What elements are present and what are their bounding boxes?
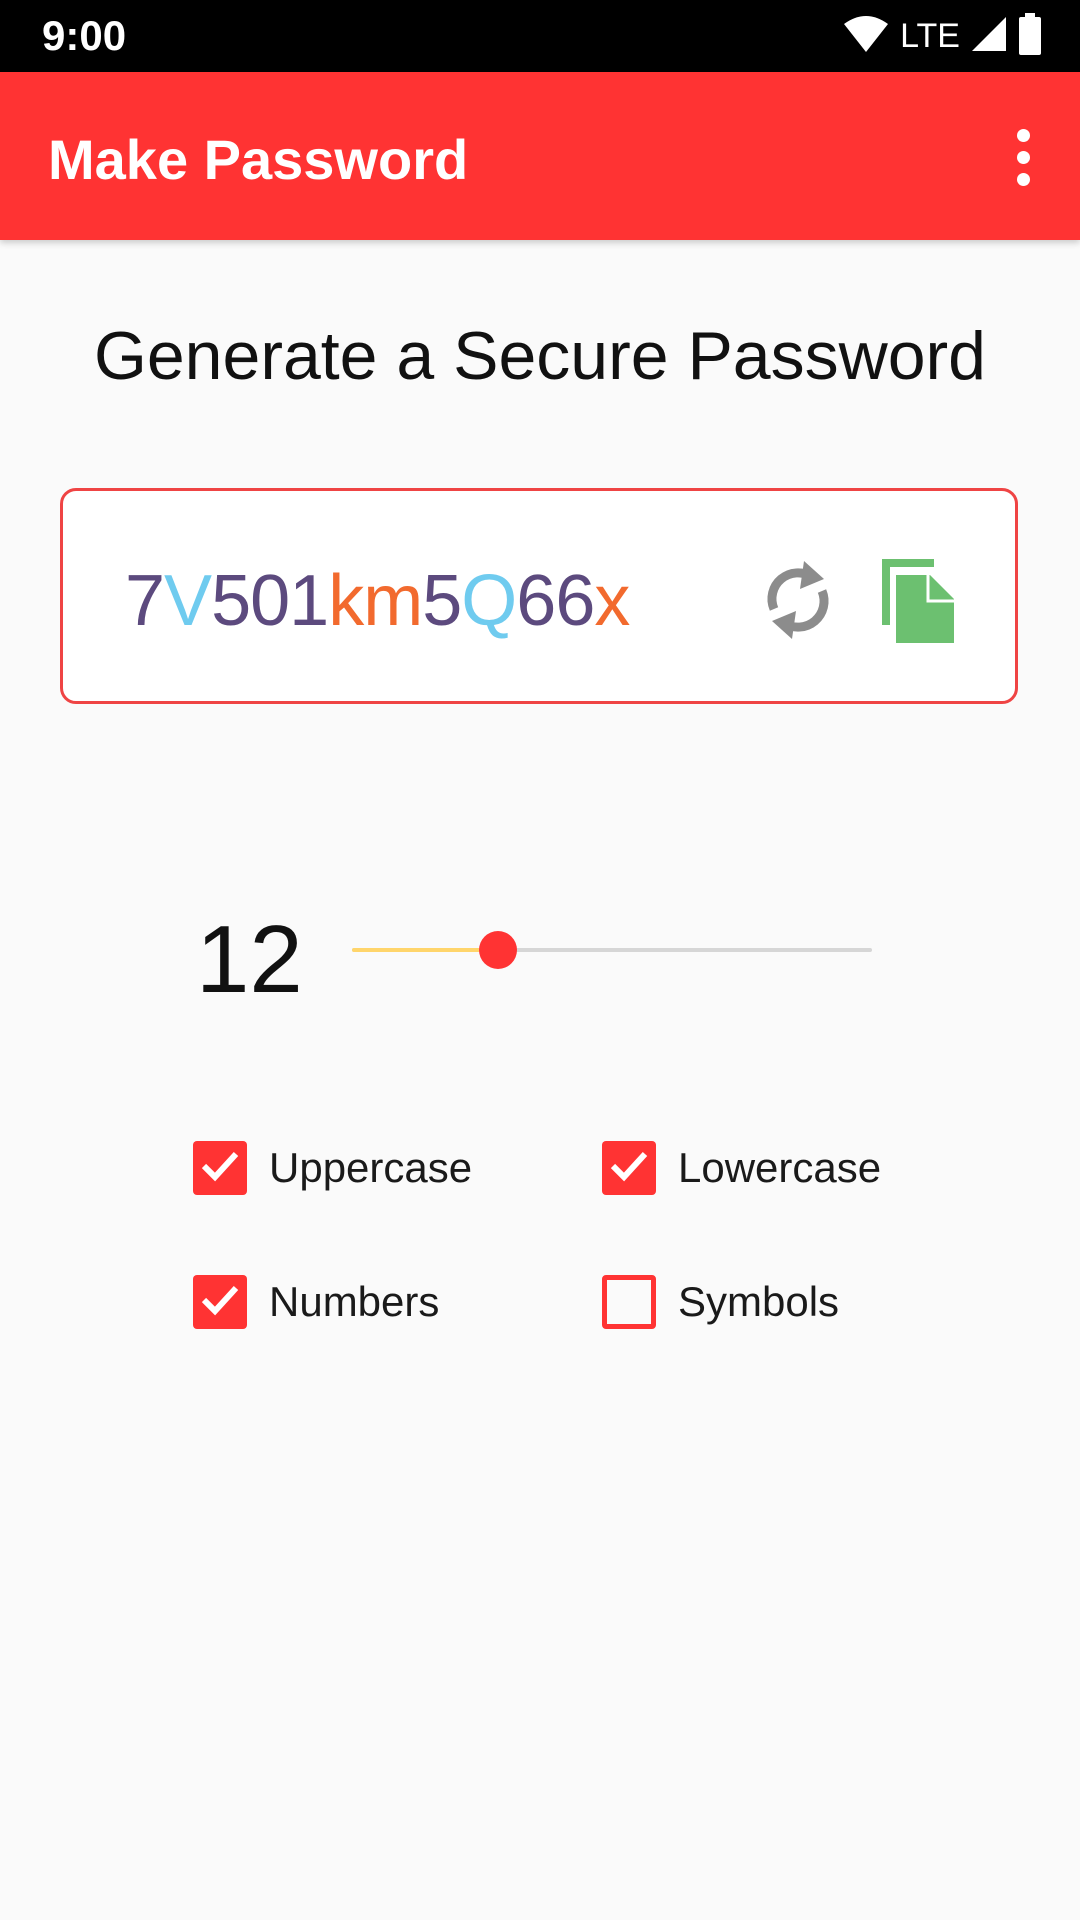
generated-password[interactable]: 7V501km5Q66x — [125, 561, 630, 641]
status-icons: LTE — [842, 12, 1042, 60]
slider-thumb[interactable] — [478, 931, 517, 969]
password-char: 7 — [125, 561, 165, 641]
symbols-label: Symbols — [678, 1278, 840, 1325]
refresh-password-button[interactable] — [743, 547, 853, 657]
page-heading: Generate a Secure Password — [93, 318, 987, 394]
lowercase-checkbox[interactable] — [602, 1141, 656, 1195]
app-title: Make Password — [48, 128, 469, 191]
password-char: 1 — [289, 561, 329, 641]
uppercase-checkbox[interactable] — [193, 1141, 247, 1195]
numbers-label: Numbers — [269, 1278, 440, 1325]
password-char: Q — [461, 561, 517, 641]
password-char: x — [594, 561, 630, 641]
check-icon — [609, 1149, 649, 1188]
length-slider[interactable] — [352, 930, 872, 970]
password-char: m — [363, 561, 423, 641]
password-char: 0 — [250, 561, 290, 641]
password-char: 5 — [422, 561, 462, 641]
password-card: 7V501km5Q66x — [60, 488, 1018, 704]
slider-fill — [352, 948, 498, 952]
wifi-icon — [842, 14, 890, 59]
more-vert-icon[interactable] — [992, 122, 1054, 192]
signal-icon — [970, 15, 1008, 58]
option-uppercase[interactable]: Uppercase — [193, 1138, 472, 1198]
copy-password-button[interactable] — [863, 547, 973, 657]
lowercase-label: Lowercase — [678, 1144, 882, 1191]
status-bar: 9:00 LTE — [0, 0, 1080, 72]
password-char: 5 — [211, 561, 251, 641]
network-type-label: LTE — [900, 17, 960, 55]
status-time: 9:00 — [42, 12, 127, 59]
copy-icon — [878, 555, 958, 650]
option-lowercase[interactable]: Lowercase — [602, 1138, 881, 1198]
option-symbols[interactable]: Symbols — [602, 1272, 839, 1332]
password-char: 6 — [516, 561, 556, 641]
numbers-checkbox[interactable] — [193, 1275, 247, 1329]
password-length-value: 12 — [196, 906, 303, 1013]
check-icon — [200, 1149, 240, 1188]
password-char: k — [328, 561, 364, 641]
option-numbers[interactable]: Numbers — [193, 1272, 439, 1332]
uppercase-label: Uppercase — [269, 1144, 473, 1191]
symbols-checkbox[interactable] — [602, 1275, 656, 1329]
password-char: V — [164, 561, 212, 641]
check-icon — [200, 1283, 240, 1322]
password-char: 6 — [555, 561, 595, 641]
app-bar: Make Password — [0, 72, 1080, 240]
refresh-icon — [760, 557, 836, 648]
battery-icon — [1018, 12, 1042, 60]
